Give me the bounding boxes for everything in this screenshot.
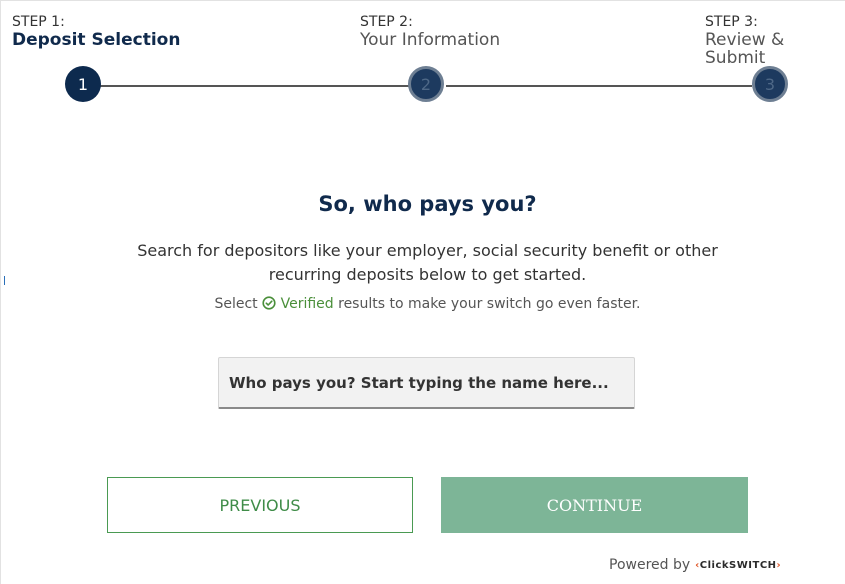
verified-prefix: Select [214, 296, 258, 312]
verified-word: Verified [280, 296, 334, 312]
continue-button[interactable]: CONTINUE [441, 477, 748, 533]
step-1-label: STEP 1: Deposit Selection [12, 13, 180, 49]
clickswitch-logo: ‹ClickSWITCH› [695, 560, 781, 571]
check-circle-icon [262, 296, 276, 310]
page-description: Search for depositors like your employer… [137, 241, 718, 284]
stepper-track-2-3 [446, 85, 752, 87]
powered-by-text: Powered by [609, 557, 691, 573]
step-3-number: STEP 3: [705, 14, 758, 30]
step-2-number: STEP 2: [360, 14, 413, 30]
depositor-search-box [218, 357, 635, 409]
logo-right-chevron: › [776, 559, 782, 571]
verified-hint: Select Verified results to make your swi… [0, 296, 845, 312]
step-1-number: STEP 1: [12, 14, 65, 30]
logo-wordmark: ClickSWITCH [699, 559, 777, 571]
step-1-dot: 1 [65, 66, 101, 102]
step-3-name: Review & Submit [705, 30, 785, 68]
step-2-dot: 2 [408, 66, 444, 102]
powered-by: Powered by ‹ClickSWITCH› [609, 557, 781, 573]
previous-button[interactable]: PREVIOUS [107, 477, 413, 533]
step-3-dot: 3 [752, 66, 788, 102]
step-2-name: Your Information [360, 30, 501, 50]
step-1-name: Deposit Selection [12, 30, 181, 50]
depositor-search-input[interactable] [219, 358, 634, 407]
step-3-label: STEP 3: Review & Submit [705, 13, 845, 67]
page-heading: So, who pays you? [318, 192, 537, 216]
step-2-label: STEP 2: Your Information [360, 13, 500, 49]
verified-suffix: results to make your switch go even fast… [338, 296, 641, 312]
left-edge-marker [4, 276, 5, 285]
stepper-track-1-2 [100, 85, 410, 87]
